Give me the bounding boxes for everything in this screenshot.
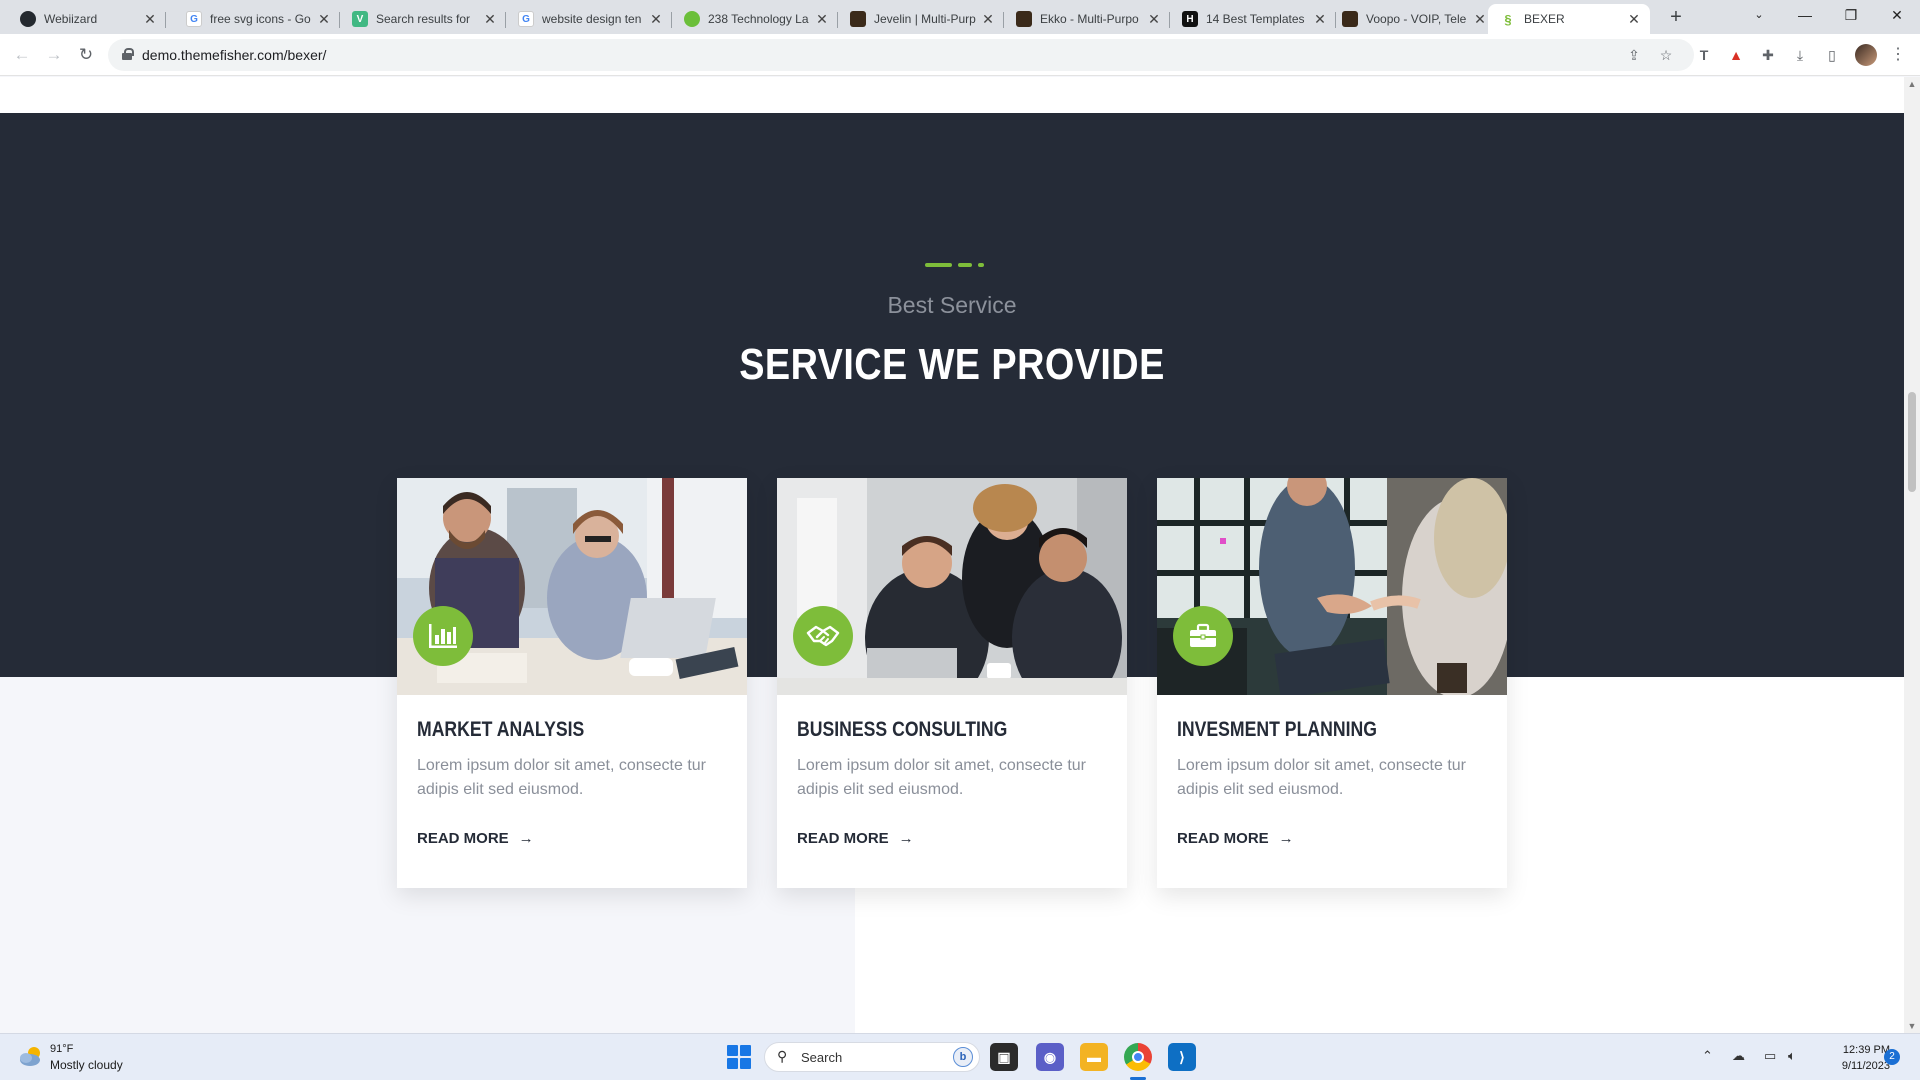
tab-technology[interactable]: 238 Technology La ✕	[672, 4, 838, 34]
chrome-icon[interactable]	[1124, 1043, 1152, 1071]
toolbar: ← → ↻ demo.themefisher.com/bexer/ ⇪ ☆ T …	[0, 34, 1920, 76]
service-card-market-analysis: MARKET ANALYSIS Lorem ipsum dolor sit am…	[397, 478, 747, 888]
scroll-down-icon[interactable]: ▼	[1904, 1021, 1920, 1031]
scroll-up-icon[interactable]: ▲	[1904, 79, 1920, 89]
bar-chart-icon	[413, 606, 473, 666]
page-scrollbar[interactable]: ▲ ▼	[1904, 77, 1920, 1033]
onedrive-icon[interactable]: ☁	[1732, 1048, 1745, 1064]
tab-strip: Webiizard ✕ G free svg icons - Go ✕ V Se…	[0, 0, 1920, 34]
github-icon	[20, 11, 36, 27]
page-viewport: Best Service SERVICE WE PROVIDE MARKET A…	[0, 77, 1904, 1033]
arrow-right-icon: →	[898, 830, 914, 847]
briefcase-icon	[1173, 606, 1233, 666]
tab-bexer[interactable]: § BEXER ✕	[1488, 4, 1650, 34]
close-icon[interactable]: ✕	[814, 11, 830, 28]
service-card-invesment-planning: INVESMENT PLANNING Lorem ipsum dolor sit…	[1157, 478, 1507, 888]
puzzle-icon[interactable]: ✚	[1758, 45, 1778, 65]
close-icon[interactable]: ✕	[142, 11, 158, 28]
close-icon[interactable]: ✕	[980, 11, 996, 28]
handshake-icon	[793, 606, 853, 666]
scrollbar-thumb[interactable]	[1908, 392, 1916, 492]
extension-icon[interactable]: ▲	[1726, 45, 1746, 65]
google-icon: G	[518, 11, 534, 27]
previous-section	[0, 77, 1904, 113]
taskbar-clock[interactable]: 12:39 PM 9/11/2023	[1810, 1042, 1890, 1074]
leaf-icon	[684, 11, 700, 27]
start-button[interactable]	[727, 1045, 751, 1069]
avatar[interactable]	[1855, 44, 1877, 66]
read-more-link[interactable]: READ MORE →	[417, 830, 534, 847]
bing-icon[interactable]: b	[953, 1047, 973, 1067]
section-title: SERVICE WE PROVIDE	[739, 340, 1165, 389]
network-icon[interactable]: ▭	[1764, 1048, 1776, 1064]
file-explorer-icon[interactable]: ▬	[1080, 1043, 1108, 1071]
section-divider-decoration	[925, 263, 984, 267]
vuejs-icon: V	[352, 11, 368, 27]
tab-voopo[interactable]: Voopo - VOIP, Tele ✕	[1330, 4, 1496, 34]
taskbar-search[interactable]: ⚲ Search b	[764, 1042, 980, 1072]
arrow-right-icon: →	[1278, 830, 1294, 847]
google-icon: G	[186, 11, 202, 27]
read-more-link[interactable]: READ MORE →	[1177, 830, 1294, 847]
back-button[interactable]: ←	[10, 43, 34, 67]
tab-website-design[interactable]: G website design ten ✕	[506, 4, 672, 34]
forward-button[interactable]: →	[42, 43, 66, 67]
address-bar[interactable]: demo.themefisher.com/bexer/ ⇪ ☆	[108, 39, 1694, 71]
themeforest-icon	[1342, 11, 1358, 27]
tab-ekko[interactable]: Ekko - Multi-Purpo ✕	[1004, 4, 1170, 34]
side-panel-icon[interactable]: ▯	[1822, 45, 1842, 65]
close-icon[interactable]: ✕	[482, 11, 498, 28]
arrow-right-icon: →	[518, 830, 534, 847]
tab-webiizard[interactable]: Webiizard ✕	[8, 4, 166, 34]
menu-icon[interactable]: ⋮	[1888, 45, 1908, 65]
chat-icon[interactable]: ◉	[1036, 1043, 1064, 1071]
close-icon[interactable]: ✕	[1472, 11, 1488, 28]
read-more-link[interactable]: READ MORE →	[797, 830, 914, 847]
vscode-icon[interactable]: ⟩	[1168, 1043, 1196, 1071]
cloudy-weather-icon[interactable]	[18, 1045, 44, 1067]
volume-icon[interactable]: 🔈︎	[1788, 1048, 1796, 1064]
tab-search-button[interactable]: ⌄	[1736, 0, 1782, 30]
search-icon: ⚲	[777, 1048, 788, 1064]
weather-temperature[interactable]: 91°F	[50, 1043, 73, 1055]
tab-jevelin[interactable]: Jevelin | Multi-Purp ✕	[838, 4, 1004, 34]
chevron-up-icon[interactable]: ⌃	[1702, 1048, 1713, 1064]
card-description: Lorem ipsum dolor sit amet, consecte tur…	[417, 757, 707, 798]
card-title: BUSINESS CONSULTING	[797, 718, 1008, 741]
close-icon[interactable]: ✕	[316, 11, 332, 28]
notification-badge[interactable]: 2	[1884, 1049, 1900, 1065]
card-title: INVESMENT PLANNING	[1177, 718, 1377, 741]
close-icon[interactable]: ✕	[1146, 11, 1162, 28]
tab-search-results[interactable]: V Search results for ✕	[340, 4, 506, 34]
bookmark-star-icon[interactable]: ☆	[1656, 45, 1676, 65]
card-description: Lorem ipsum dolor sit amet, consecte tur…	[1177, 757, 1467, 798]
restore-button[interactable]: ❐	[1828, 0, 1874, 30]
section-subtitle: Best Service	[887, 292, 1017, 318]
task-view-icon[interactable]: ▣	[990, 1043, 1018, 1071]
themeforest-icon	[850, 11, 866, 27]
weather-description[interactable]: Mostly cloudy	[50, 1058, 123, 1072]
url-text[interactable]: demo.themefisher.com/bexer/	[142, 47, 326, 63]
windows-taskbar: 91°F Mostly cloudy ⚲ Search b ▣ ◉ ▬ ⟩ ⌃ …	[0, 1033, 1920, 1080]
window-close-button[interactable]: ✕	[1874, 0, 1920, 30]
tab-free-svg-icons[interactable]: G free svg icons - Go ✕	[174, 4, 340, 34]
new-tab-button[interactable]: +	[1664, 6, 1688, 30]
themeforest-icon	[1016, 11, 1032, 27]
card-description: Lorem ipsum dolor sit amet, consecte tur…	[797, 757, 1087, 798]
tab-best-templates[interactable]: H 14 Best Templates ✕	[1170, 4, 1336, 34]
close-icon[interactable]: ✕	[648, 11, 664, 28]
lock-icon	[122, 48, 134, 60]
reload-button[interactable]: ↻	[74, 43, 98, 67]
minimize-button[interactable]: —	[1782, 0, 1828, 30]
close-icon[interactable]: ✕	[1312, 11, 1328, 28]
download-icon[interactable]: ⤓	[1790, 45, 1810, 65]
card-title: MARKET ANALYSIS	[417, 718, 585, 741]
share-icon[interactable]: ⇪	[1624, 45, 1644, 65]
h-icon: H	[1182, 11, 1198, 27]
bexer-icon: §	[1504, 11, 1512, 27]
text-extension-icon[interactable]: T	[1694, 45, 1714, 65]
service-card-business-consulting: BUSINESS CONSULTING Lorem ipsum dolor si…	[777, 478, 1127, 888]
close-icon[interactable]: ✕	[1626, 11, 1642, 28]
